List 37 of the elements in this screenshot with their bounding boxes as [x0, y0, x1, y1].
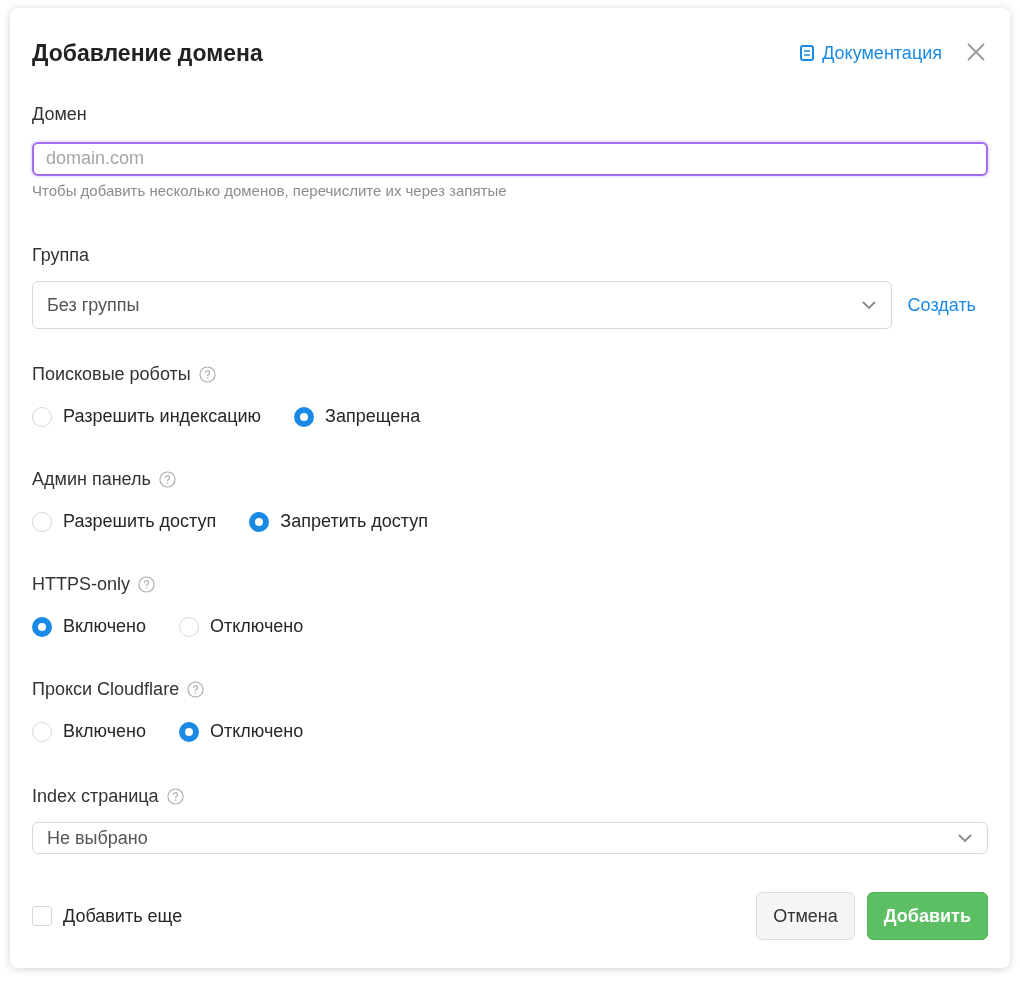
field-label: Домен — [32, 102, 88, 126]
checkbox[interactable] — [32, 906, 52, 926]
radio-button[interactable] — [294, 406, 315, 427]
index-page-select[interactable]: Не выбрано — [32, 822, 988, 854]
field-label: Админ панель — [32, 468, 151, 491]
group-select[interactable]: Без группы — [32, 281, 892, 329]
documentation-link[interactable]: Документация — [800, 39, 942, 67]
book-icon — [800, 45, 815, 62]
field-label: Поисковые роботы — [32, 363, 191, 386]
help-icon[interactable] — [187, 681, 205, 698]
hint-text: Чтобы добавить несколько доменов, перечислите их через запятые — [32, 180, 508, 201]
radio-button[interactable] — [32, 616, 52, 637]
chevron-down-icon — [860, 300, 877, 310]
cancel-button[interactable]: Отмена — [756, 892, 855, 940]
field-label: HTTPS-only — [32, 573, 130, 596]
radio-label[interactable]: Отключено — [210, 718, 304, 745]
radio-label[interactable]: Разрешить доступ — [63, 508, 217, 535]
radio-label[interactable]: Запретить доступ — [280, 508, 428, 535]
help-icon[interactable] — [138, 576, 155, 593]
chevron-down-icon — [957, 833, 973, 843]
field-label: Прокси Cloudflare — [32, 678, 180, 701]
field-label: Index страница — [32, 785, 159, 808]
field-label: Группа — [32, 244, 91, 267]
checkbox-label[interactable]: Добавить еще — [63, 902, 183, 930]
radio-label[interactable]: Отключено — [210, 613, 304, 640]
radio-button[interactable] — [249, 511, 270, 532]
help-icon[interactable] — [158, 471, 176, 488]
radio-label[interactable]: Включено — [63, 718, 147, 745]
create-link[interactable]: Создать — [907, 291, 976, 319]
radio-label[interactable]: Разрешить индексацию — [63, 403, 262, 430]
help-icon[interactable] — [166, 788, 184, 805]
dialog-title: Добавление домена — [32, 39, 263, 68]
radio-button[interactable] — [179, 721, 200, 742]
help-icon[interactable] — [198, 366, 216, 383]
radio-label[interactable]: Запрещена — [325, 403, 421, 430]
domain-input[interactable]: domain.com — [32, 141, 988, 176]
radio-label[interactable]: Включено — [63, 613, 147, 640]
